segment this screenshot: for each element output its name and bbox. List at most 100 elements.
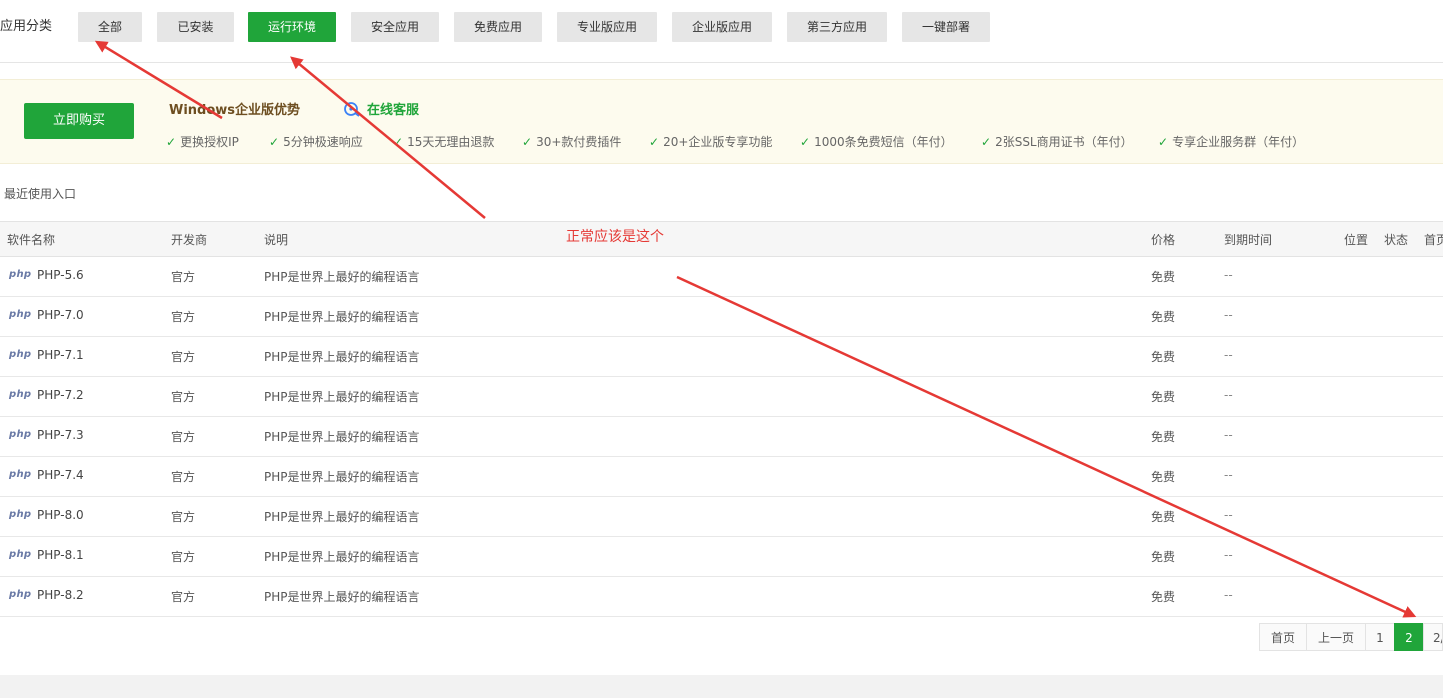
online-service-link[interactable]: 在线客服: [343, 99, 419, 118]
tab-third-party-apps[interactable]: 第三方应用: [787, 12, 887, 42]
buy-now-button[interactable]: 立即购买: [24, 103, 134, 139]
table-row[interactable]: php PHP-8.2 官方 PHP是世界上最好的编程语言 免费 --: [0, 576, 1443, 617]
feature-item: ✓ 15天无理由退款: [393, 135, 495, 149]
table-row[interactable]: php PHP-7.0 官方 PHP是世界上最好的编程语言 免费 --: [0, 296, 1443, 337]
software-name: PHP-5.6: [37, 268, 84, 282]
tab-one-click-deploy[interactable]: 一键部署: [902, 12, 990, 42]
check-icon: ✓: [800, 135, 811, 149]
promo-banner: [0, 79, 1443, 164]
col-name: 软件名称: [7, 233, 56, 247]
tab-installed[interactable]: 已安装: [157, 12, 234, 42]
expiry: --: [1224, 428, 1233, 442]
table-row[interactable]: php PHP-7.2 官方 PHP是世界上最好的编程语言 免费 --: [0, 376, 1443, 417]
developer: 官方: [171, 590, 196, 604]
table-row[interactable]: php PHP-8.1 官方 PHP是世界上最好的编程语言 免费 --: [0, 536, 1443, 577]
check-icon: ✓: [649, 135, 660, 149]
description: PHP是世界上最好的编程语言: [264, 270, 420, 284]
table-row[interactable]: php PHP-7.1 官方 PHP是世界上最好的编程语言 免费 --: [0, 336, 1443, 377]
col-home: 首页: [1424, 233, 1443, 247]
software-name: PHP-7.4: [37, 468, 84, 482]
php-logo-icon: php: [9, 509, 32, 520]
table-row[interactable]: php PHP-7.3 官方 PHP是世界上最好的编程语言 免费 --: [0, 416, 1443, 457]
check-icon: ✓: [522, 135, 533, 149]
tab-enterprise-apps[interactable]: 企业版应用: [672, 12, 772, 42]
check-icon: ✓: [981, 135, 992, 149]
check-icon: ✓: [1158, 135, 1169, 149]
description: PHP是世界上最好的编程语言: [264, 350, 420, 364]
online-service-label: 在线客服: [367, 103, 420, 118]
tab-security-apps[interactable]: 安全应用: [351, 12, 439, 42]
php-logo-icon: php: [9, 349, 32, 360]
software-name: PHP-7.2: [37, 388, 84, 402]
software-name: PHP-8.0: [37, 508, 84, 522]
footer-band: [0, 675, 1443, 698]
expiry: --: [1224, 588, 1233, 602]
page-1-button[interactable]: 1: [1365, 623, 1395, 651]
expiry: --: [1224, 548, 1233, 562]
developer: 官方: [171, 550, 196, 564]
php-logo-icon: php: [9, 429, 32, 440]
check-icon: ✓: [166, 135, 177, 149]
page-first-button[interactable]: 首页: [1259, 623, 1307, 651]
php-logo-icon: php: [9, 549, 32, 560]
col-developer: 开发商: [171, 233, 208, 247]
description: PHP是世界上最好的编程语言: [264, 470, 420, 484]
feature-item: ✓ 1000条免费短信（年付）: [800, 135, 953, 149]
price: 免费: [1151, 270, 1176, 284]
developer: 官方: [171, 430, 196, 444]
price: 免费: [1151, 390, 1176, 404]
col-expiry: 到期时间: [1224, 233, 1273, 247]
expiry: --: [1224, 268, 1233, 282]
divider: [0, 62, 1443, 63]
price: 免费: [1151, 350, 1176, 364]
developer: 官方: [171, 350, 196, 364]
developer: 官方: [171, 390, 196, 404]
promo-title: Windows企业版优势: [169, 103, 301, 118]
feature-item: ✓ 2张SSL商用证书（年付）: [981, 135, 1133, 149]
description: PHP是世界上最好的编程语言: [264, 430, 420, 444]
software-name: PHP-8.1: [37, 548, 84, 562]
page-2-button[interactable]: 2: [1394, 623, 1424, 651]
price: 免费: [1151, 590, 1176, 604]
price: 免费: [1151, 550, 1176, 564]
developer: 官方: [171, 510, 196, 524]
developer: 官方: [171, 270, 196, 284]
feature-item: ✓ 专享企业服务群（年付）: [1158, 135, 1305, 149]
tab-pro-apps[interactable]: 专业版应用: [557, 12, 657, 42]
annotation-text: 正常应该是这个: [566, 229, 664, 245]
col-price: 价格: [1151, 233, 1176, 247]
price: 免费: [1151, 310, 1176, 324]
feature-item: ✓ 30+款付费插件: [522, 135, 622, 149]
feature-item: ✓ 更换授权IP: [166, 135, 239, 149]
col-location: 位置: [1344, 233, 1369, 247]
description: PHP是世界上最好的编程语言: [264, 510, 420, 524]
tab-runtime-env[interactable]: 运行环境: [248, 12, 336, 42]
php-logo-icon: php: [9, 389, 32, 400]
headset-icon: [344, 101, 360, 117]
tab-free-apps[interactable]: 免费应用: [454, 12, 542, 42]
php-logo-icon: php: [9, 469, 32, 480]
feature-item: ✓ 20+企业版专享功能: [649, 135, 773, 149]
tab-all[interactable]: 全部: [78, 12, 142, 42]
feature-item: ✓ 5分钟极速响应: [269, 135, 363, 149]
page-total: 2/: [1423, 623, 1443, 651]
description: PHP是世界上最好的编程语言: [264, 390, 420, 404]
table-row[interactable]: php PHP-8.0 官方 PHP是世界上最好的编程语言 免费 --: [0, 496, 1443, 537]
description: PHP是世界上最好的编程语言: [264, 590, 420, 604]
expiry: --: [1224, 508, 1233, 522]
table-row[interactable]: php PHP-5.6 官方 PHP是世界上最好的编程语言 免费 --: [0, 256, 1443, 297]
developer: 官方: [171, 470, 196, 484]
php-logo-icon: php: [9, 589, 32, 600]
php-logo-icon: php: [9, 269, 32, 280]
category-label: 应用分类: [0, 19, 53, 34]
page-prev-button[interactable]: 上一页: [1306, 623, 1366, 651]
price: 免费: [1151, 430, 1176, 444]
developer: 官方: [171, 310, 196, 324]
recent-entry-label: 最近使用入口: [4, 187, 77, 201]
table-row[interactable]: php PHP-7.4 官方 PHP是世界上最好的编程语言 免费 --: [0, 456, 1443, 497]
software-name: PHP-7.1: [37, 348, 84, 362]
expiry: --: [1224, 308, 1233, 322]
software-name: PHP-8.2: [37, 588, 84, 602]
software-name: PHP-7.3: [37, 428, 84, 442]
expiry: --: [1224, 348, 1233, 362]
